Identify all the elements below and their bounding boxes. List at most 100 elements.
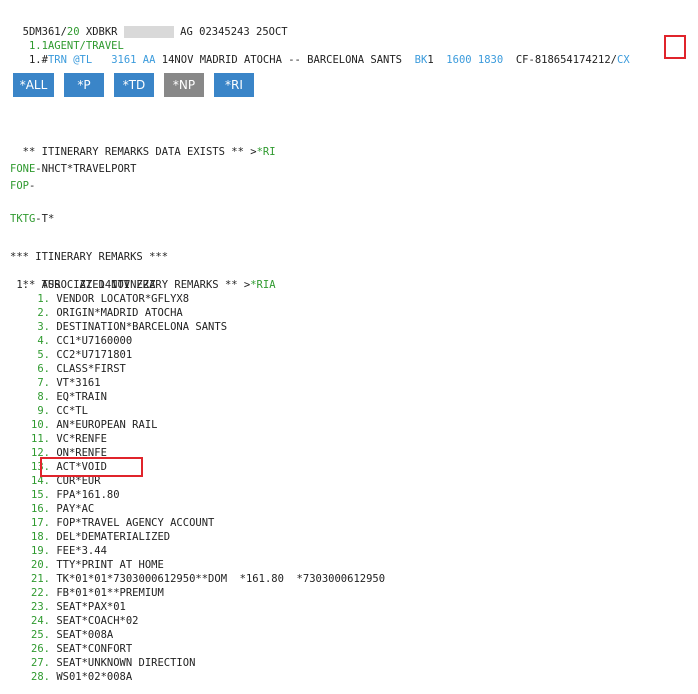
remark-number[interactable]: 5.: [24, 348, 50, 362]
remark-row: 19. FEE*3.44: [24, 544, 107, 558]
remark-number[interactable]: 27.: [24, 656, 50, 670]
redacted-block: [123, 26, 174, 38]
segment-trn-link[interactable]: TRN @TL: [48, 54, 92, 66]
remark-text: PAY*AC: [56, 503, 95, 515]
remarks-exist-text: ** ITINERARY REMARKS DATA EXISTS ** >: [22, 146, 257, 158]
button-p[interactable]: *P: [64, 73, 104, 97]
remark-row: 22. FB*01*01**PREMIUM: [24, 586, 164, 600]
remark-row: 26. SEAT*CONFORT: [24, 642, 132, 656]
remark-row: 9. CC*TL: [24, 404, 88, 418]
remark-number[interactable]: 16.: [24, 502, 50, 516]
remark-text: DEL*DEMATERIALIZED: [56, 531, 171, 543]
remark-number[interactable]: 28.: [24, 670, 50, 684]
remark-text: CC2*U7171801: [56, 349, 133, 361]
remark-number[interactable]: 19.: [24, 544, 50, 558]
remark-row: 3. DESTINATION*BARCELONA SANTS: [24, 320, 227, 334]
fone-value: -NHCT*TRAVELPORT: [35, 163, 137, 175]
remark-row: 20. TTY*PRINT AT HOME: [24, 558, 164, 572]
remark-number[interactable]: 21.: [24, 572, 50, 586]
fop-value: -: [28, 180, 36, 192]
remark-text: VENDOR LOCATOR*GFLYX8: [56, 293, 190, 305]
remark-row: 25. SEAT*008A: [24, 628, 113, 642]
remark-row: 17. FOP*TRAVEL AGENCY ACCOUNT: [24, 516, 214, 530]
remark-row: 21. TK*01*01*7303000612950**DOM *161.80 …: [24, 572, 385, 586]
tur-line: 1. TUR ZZ 14NOV ZZZ: [10, 279, 156, 291]
remark-number[interactable]: 3.: [24, 320, 50, 334]
remark-text: AN*EUROPEAN RAIL: [56, 419, 158, 431]
tktg-key[interactable]: TKTG: [10, 213, 35, 225]
remark-row: 18. DEL*DEMATERIALIZED: [24, 530, 170, 544]
remark-number[interactable]: 17.: [24, 516, 50, 530]
segment-train-link[interactable]: 3161 AA: [111, 54, 155, 66]
remark-row: 5. CC2*U7171801: [24, 348, 132, 362]
pnr-header-line: 5DM361/20 XDBKR AG 02345243 25OCT: [10, 11, 288, 38]
act-void-highlight-box: [40, 457, 143, 477]
remark-number[interactable]: 2.: [24, 306, 50, 320]
remark-text: FEE*3.44: [56, 545, 107, 557]
remark-text: DESTINATION*BARCELONA SANTS: [56, 321, 228, 333]
remark-row: 24. SEAT*COACH*02: [24, 614, 139, 628]
remark-number[interactable]: 25.: [24, 628, 50, 642]
remark-number[interactable]: 7.: [24, 376, 50, 390]
remark-number[interactable]: 15.: [24, 488, 50, 502]
button-td[interactable]: *TD: [114, 73, 154, 97]
remark-text: WS01*02*008A: [56, 671, 133, 683]
segment-status-code[interactable]: BK: [415, 54, 428, 66]
remark-number[interactable]: 18.: [24, 530, 50, 544]
remark-row: 10. AN*EUROPEAN RAIL: [24, 418, 157, 432]
remark-row: 15. FPA*161.80: [24, 488, 120, 502]
remark-text: SEAT*UNKNOWN DIRECTION: [56, 657, 196, 669]
remark-row: 1. VENDOR LOCATOR*GFLYX8: [24, 292, 189, 306]
remark-row: 27. SEAT*UNKNOWN DIRECTION: [24, 656, 195, 670]
segment-num: 1.#: [22, 54, 48, 66]
segment-cancel-link[interactable]: CX: [617, 54, 630, 66]
segment-line: 1.#TRN @TL 3161 AA 14NOV MADRID ATOCHA -…: [10, 39, 630, 66]
agent-line: 1.1AGENT/TRAVEL: [10, 25, 124, 52]
fone-line: FONE-NHCT*TRAVELPORT: [10, 162, 136, 176]
pnr-suffix: AG 02345243 25OCT: [173, 26, 288, 38]
tktg-line: TKTG-T*: [10, 212, 54, 226]
segment-confirmation: CF-818654174212/: [515, 54, 618, 66]
fop-line: FOP-: [10, 179, 35, 193]
fone-key[interactable]: FONE: [10, 163, 35, 175]
remark-number[interactable]: 20.: [24, 558, 50, 572]
remark-number[interactable]: 22.: [24, 586, 50, 600]
remark-text: VC*RENFE: [56, 433, 107, 445]
remark-row: 7. VT*3161: [24, 376, 101, 390]
remark-row: 4. CC1*U7160000: [24, 334, 132, 348]
segment-times-link[interactable]: 1600 1830: [446, 54, 503, 66]
remark-text: FPA*161.80: [56, 489, 120, 501]
button-ri[interactable]: *RI: [214, 73, 254, 97]
remark-text: SEAT*COACH*02: [56, 615, 139, 627]
remark-text: VT*3161: [56, 377, 101, 389]
remark-row: 23. SEAT*PAX*01: [24, 600, 126, 614]
remark-number[interactable]: 11.: [24, 432, 50, 446]
remark-text: SEAT*CONFORT: [56, 643, 133, 655]
remark-text: TK*01*01*7303000612950**DOM *161.80 *730…: [56, 573, 386, 585]
remark-number[interactable]: 9.: [24, 404, 50, 418]
remark-number[interactable]: 4.: [24, 334, 50, 348]
fop-key[interactable]: FOP: [10, 180, 29, 192]
remark-text: ORIGIN*MADRID ATOCHA: [56, 307, 183, 319]
remark-number[interactable]: 10.: [24, 418, 50, 432]
remark-text: CC*TL: [56, 405, 88, 417]
button-np[interactable]: *NP: [164, 73, 204, 97]
remark-row: 11. VC*RENFE: [24, 432, 107, 446]
remark-row: 2. ORIGIN*MADRID ATOCHA: [24, 306, 183, 320]
remark-text: EQ*TRAIN: [56, 391, 107, 403]
remark-row: 8. EQ*TRAIN: [24, 390, 107, 404]
remark-number[interactable]: 24.: [24, 614, 50, 628]
button-all[interactable]: *ALL: [13, 73, 54, 97]
remarks-exist-line: ** ITINERARY REMARKS DATA EXISTS ** >*RI: [10, 131, 276, 158]
remark-number[interactable]: 1.: [24, 292, 50, 306]
remark-number[interactable]: 6.: [24, 362, 50, 376]
remark-number[interactable]: 23.: [24, 600, 50, 614]
associated-remarks-link[interactable]: *RIA: [250, 279, 275, 291]
remark-number[interactable]: 8.: [24, 390, 50, 404]
remarks-exist-link[interactable]: *RI: [257, 146, 276, 158]
tktg-value: -T*: [35, 213, 55, 225]
remark-number[interactable]: 26.: [24, 642, 50, 656]
remark-text: CLASS*FIRST: [56, 363, 126, 375]
remark-row: 28. WS01*02*008A: [24, 670, 132, 684]
segment-status-qty: 1: [427, 54, 434, 66]
